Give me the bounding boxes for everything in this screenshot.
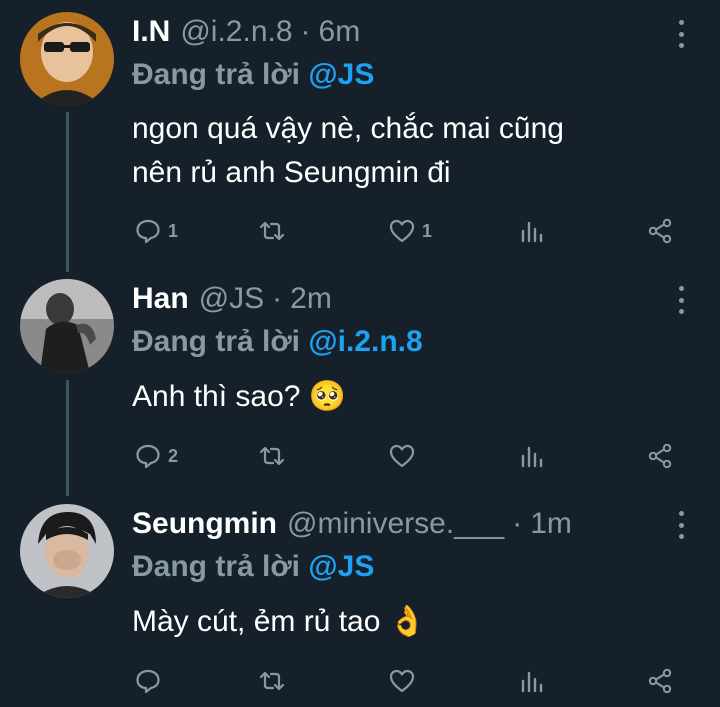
retweet-button[interactable] bbox=[258, 217, 292, 245]
reply-button[interactable] bbox=[134, 667, 168, 695]
more-icon[interactable] bbox=[676, 20, 686, 48]
separator: · bbox=[272, 282, 283, 315]
user-handle[interactable]: @JS bbox=[199, 282, 264, 316]
tweet-actions: 1 1 bbox=[0, 217, 720, 251]
tweet-header: I.N @i.2.n.8 · 6m bbox=[132, 10, 360, 54]
avatar-image bbox=[20, 504, 114, 598]
timestamp[interactable]: 2m bbox=[290, 282, 332, 316]
timestamp[interactable]: 6m bbox=[319, 15, 361, 49]
user-handle[interactable]: @miniverse.___ bbox=[287, 507, 504, 541]
reply-mention[interactable]: @JS bbox=[308, 58, 374, 91]
tweet-actions bbox=[0, 667, 720, 701]
analytics-icon bbox=[521, 446, 543, 468]
retweet-button[interactable] bbox=[258, 667, 292, 695]
reply-prefix: Đang trả lời bbox=[132, 550, 301, 583]
tweet-text: Mày cút, ẻm rủ tao 👌 bbox=[132, 605, 427, 638]
share-icon bbox=[648, 443, 672, 469]
retweet-icon bbox=[259, 446, 285, 466]
reply-prefix: Đang trả lời bbox=[132, 58, 301, 91]
retweet-button[interactable] bbox=[258, 442, 292, 470]
like-icon bbox=[389, 669, 415, 693]
display-name[interactable]: I.N bbox=[132, 15, 170, 49]
share-icon bbox=[648, 218, 672, 244]
like-button[interactable] bbox=[388, 442, 422, 470]
share-button[interactable] bbox=[646, 217, 674, 245]
like-count: 1 bbox=[422, 220, 433, 241]
avatar-image bbox=[20, 12, 114, 106]
reply-prefix: Đang trả lời bbox=[132, 325, 301, 358]
reply-mention[interactable]: @i.2.n.8 bbox=[308, 325, 422, 358]
analytics-icon bbox=[521, 221, 543, 243]
analytics-icon bbox=[521, 671, 543, 693]
like-icon bbox=[389, 219, 415, 243]
analytics-button[interactable] bbox=[518, 442, 546, 470]
replying-to: Đang trả lời @i.2.n.8 bbox=[132, 325, 423, 359]
replying-to: Đang trả lời @JS bbox=[132, 550, 374, 584]
share-button[interactable] bbox=[646, 442, 674, 470]
separator: · bbox=[300, 15, 311, 48]
more-icon[interactable] bbox=[676, 286, 686, 314]
avatar-image bbox=[20, 279, 114, 373]
analytics-button[interactable] bbox=[518, 667, 546, 695]
retweet-icon bbox=[259, 671, 285, 691]
tweet-header: Han @JS · 2m bbox=[132, 277, 332, 321]
tweet-text: ngon quá vậy nè, chắc mai cũng nên rủ an… bbox=[132, 107, 692, 195]
avatar[interactable] bbox=[20, 12, 114, 106]
replying-to: Đang trả lời @JS bbox=[132, 58, 374, 92]
reply-button[interactable]: 2 bbox=[134, 442, 178, 470]
tweet-text-line: ngon quá vậy nè, chắc mai cũng bbox=[132, 112, 564, 145]
separator: · bbox=[512, 507, 523, 540]
display-name[interactable]: Han bbox=[132, 282, 189, 316]
reply-mention[interactable]: @JS bbox=[308, 550, 374, 583]
tweet[interactable]: Han @JS · 2m Đang trả lời @i.2.n.8 Anh t… bbox=[0, 265, 720, 490]
like-button[interactable] bbox=[388, 667, 422, 695]
more-icon[interactable] bbox=[676, 511, 686, 539]
tweet[interactable]: Seungmin @miniverse.___ · 1m Đang trả lờ… bbox=[0, 490, 720, 707]
analytics-button[interactable] bbox=[518, 217, 546, 245]
tweet-text-line: nên rủ anh Seungmin đi bbox=[132, 156, 451, 189]
tweet[interactable]: I.N @i.2.n.8 · 6m Đang trả lời @JS ngon … bbox=[0, 0, 720, 265]
reply-icon bbox=[136, 219, 160, 244]
display-name[interactable]: Seungmin bbox=[132, 507, 277, 541]
like-icon bbox=[389, 444, 415, 468]
avatar[interactable] bbox=[20, 279, 114, 373]
share-icon bbox=[648, 668, 672, 694]
tweet-header: Seungmin @miniverse.___ · 1m bbox=[132, 502, 572, 546]
reply-icon bbox=[136, 444, 160, 469]
user-handle[interactable]: @i.2.n.8 bbox=[180, 15, 292, 49]
reply-button[interactable]: 1 bbox=[134, 217, 178, 245]
tweet-text: Anh thì sao? 🥺 bbox=[132, 380, 347, 413]
like-button[interactable]: 1 bbox=[388, 217, 432, 245]
reply-count: 2 bbox=[168, 445, 179, 466]
avatar[interactable] bbox=[20, 504, 114, 598]
retweet-icon bbox=[259, 221, 285, 241]
timestamp[interactable]: 1m bbox=[530, 507, 572, 541]
share-button[interactable] bbox=[646, 667, 674, 695]
reply-icon bbox=[136, 669, 160, 694]
tweet-actions: 2 bbox=[0, 442, 720, 476]
reply-count: 1 bbox=[168, 220, 179, 241]
